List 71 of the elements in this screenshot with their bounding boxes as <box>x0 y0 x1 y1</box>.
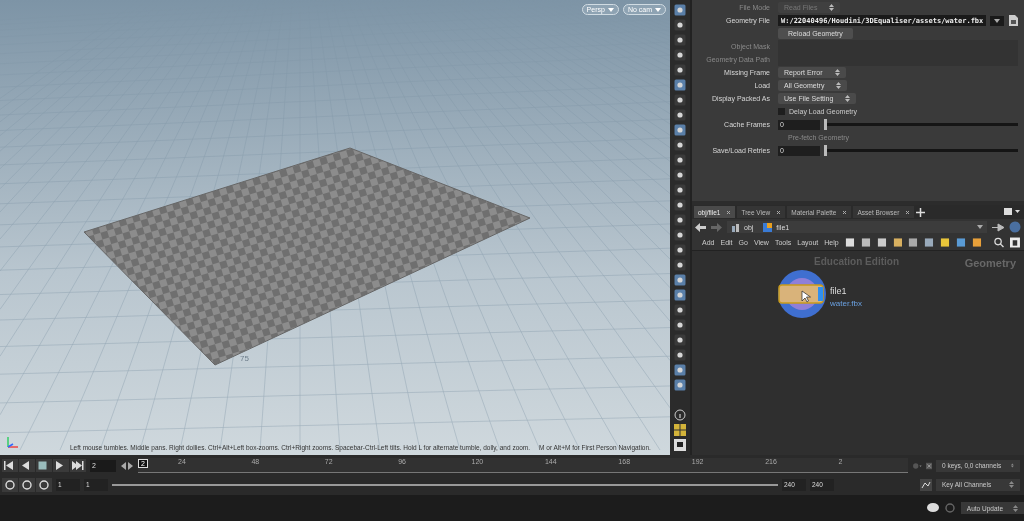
pin-icon[interactable] <box>992 222 1004 232</box>
tool-icon[interactable] <box>674 19 686 31</box>
tool-icon[interactable] <box>674 109 686 121</box>
spinner-arrows-icon <box>1013 504 1018 512</box>
file-node-drawing[interactable] <box>776 269 828 319</box>
tool-icon[interactable] <box>674 334 686 346</box>
tool-icon[interactable] <box>674 304 686 316</box>
go-to-start-icon[interactable] <box>2 459 18 472</box>
chat-icon[interactable] <box>926 503 939 513</box>
close-icon[interactable] <box>905 209 911 215</box>
step-keys-icon[interactable] <box>120 461 134 470</box>
layout-grid-icon[interactable] <box>674 424 686 436</box>
info-icon[interactable] <box>674 409 686 421</box>
stop-icon[interactable] <box>36 459 52 472</box>
close-icon[interactable] <box>726 209 732 215</box>
caret-icon[interactable] <box>977 225 983 229</box>
spinner-arrows-icon <box>1011 462 1014 469</box>
tool-icon[interactable] <box>674 379 686 391</box>
tool-icon[interactable] <box>674 259 686 271</box>
tool-icon[interactable] <box>674 199 686 211</box>
tool-icon[interactable] <box>674 229 686 241</box>
close-icon[interactable] <box>842 209 848 215</box>
axis-icon <box>6 435 20 449</box>
trash-icon[interactable] <box>1010 237 1020 248</box>
caret-icon <box>607 7 614 12</box>
tool-icon[interactable] <box>674 139 686 151</box>
tool-icon[interactable] <box>674 244 686 256</box>
slider-handle[interactable] <box>824 119 827 130</box>
tool-icon[interactable] <box>674 34 686 46</box>
add-tab-icon[interactable] <box>916 207 926 217</box>
pane-menu-icon[interactable] <box>1004 208 1020 216</box>
node-name[interactable]: file1 <box>830 286 862 296</box>
tool-icon[interactable] <box>674 154 686 166</box>
network-context-label: Geometry <box>964 257 1016 269</box>
go-to-end-icon[interactable] <box>70 459 86 472</box>
tool-icon[interactable] <box>674 124 686 136</box>
spinner-arrows-icon <box>845 95 851 102</box>
back-icon[interactable] <box>695 222 706 232</box>
spinner-arrows-icon <box>1009 481 1014 488</box>
tool-icon[interactable] <box>674 319 686 331</box>
file-browse-icon[interactable] <box>1008 15 1018 26</box>
network-icon <box>731 222 740 232</box>
tool-icon[interactable] <box>674 274 686 286</box>
search-icon[interactable] <box>994 237 1005 248</box>
tool-icon[interactable] <box>674 169 686 181</box>
tool-icon[interactable] <box>674 364 686 376</box>
spinner-arrows-icon <box>829 4 835 11</box>
reverse-play-icon[interactable] <box>19 459 35 472</box>
channel-icon[interactable] <box>920 478 932 491</box>
tool-icon[interactable] <box>674 349 686 361</box>
tool-icon[interactable] <box>674 214 686 226</box>
slider-handle[interactable] <box>824 145 827 156</box>
close-icon[interactable] <box>776 209 782 215</box>
play-icon[interactable] <box>53 459 69 472</box>
tool-icon[interactable] <box>674 94 686 106</box>
tool-icon[interactable] <box>674 184 686 196</box>
checkbox[interactable] <box>778 108 785 115</box>
caret-icon <box>655 7 661 12</box>
tool-icon[interactable] <box>674 49 686 61</box>
tool-icon[interactable] <box>674 64 686 76</box>
tool-icon[interactable] <box>674 79 686 91</box>
spinner-arrows-icon <box>836 82 842 89</box>
grid-label: 75 <box>240 354 249 363</box>
geometry-icon <box>763 222 773 232</box>
tool-icon[interactable] <box>674 289 686 301</box>
display-icon[interactable] <box>674 439 686 451</box>
node-file-label: water.fbx <box>830 299 862 308</box>
caret-icon[interactable] <box>990 15 1004 26</box>
spinner-arrows-icon <box>834 69 840 76</box>
tool-icon[interactable] <box>674 4 686 16</box>
playback-range-slider[interactable] <box>112 483 778 486</box>
